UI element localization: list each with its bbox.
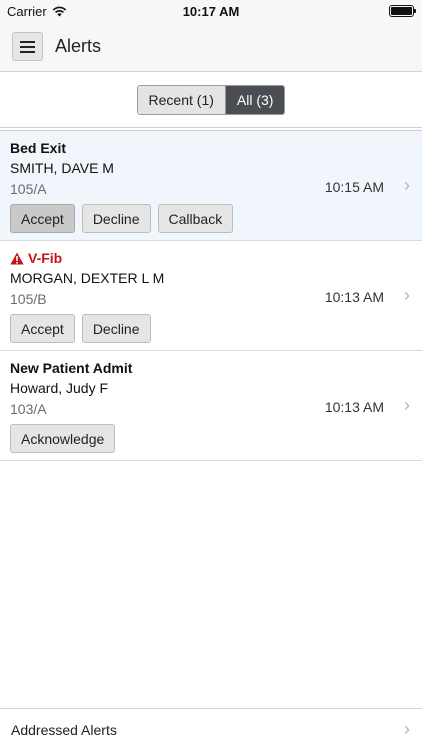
chevron-right-icon: ›	[404, 285, 410, 305]
alert-time: 10:15 AM	[324, 179, 384, 195]
chevron-right-icon: ›	[404, 395, 410, 415]
wifi-icon	[52, 6, 66, 16]
segment-recent[interactable]: Recent (1)	[137, 85, 225, 114]
patient-name: MORGAN, DEXTER L M	[10, 270, 165, 286]
battery-icon	[389, 5, 416, 17]
chevron-right-icon: ›	[404, 719, 410, 739]
navbar: Alerts	[0, 22, 422, 72]
decline-button[interactable]: Decline	[81, 314, 151, 343]
page-title: Alerts	[55, 36, 102, 56]
menu-button[interactable]	[12, 32, 43, 61]
alert-time: 10:13 AM	[324, 289, 384, 305]
alert-actions: Acknowledge	[10, 424, 412, 453]
filter-segmented-control: Recent (1) All (3)	[136, 84, 286, 115]
alert-item-bed-exit[interactable]: Bed Exit SMITH, DAVE M 105/A 10:15 AM › …	[0, 131, 422, 241]
alert-list: Bed Exit SMITH, DAVE M 105/A 10:15 AM › …	[0, 130, 422, 461]
accept-button[interactable]: Accept	[10, 204, 75, 233]
addressed-alerts-label: Addressed Alerts	[11, 721, 117, 738]
accept-button[interactable]: Accept	[10, 314, 75, 343]
segment-all[interactable]: All (3)	[224, 85, 285, 114]
carrier-label: Carrier	[7, 3, 47, 19]
alert-item-v-fib[interactable]: V-Fib MORGAN, DEXTER L M 105/B 10:13 AM …	[0, 241, 422, 351]
hamburger-icon-bar	[20, 50, 35, 53]
alert-title: Bed Exit	[10, 140, 67, 156]
chevron-right-icon: ›	[404, 175, 410, 195]
addressed-alerts-row[interactable]: Addressed Alerts ›	[0, 708, 422, 750]
hamburger-icon	[20, 40, 35, 43]
alert-item-new-patient-admit[interactable]: New Patient Admit Howard, Judy F 103/A 1…	[0, 351, 422, 461]
hamburger-icon-bar	[20, 45, 35, 48]
alert-actions: Accept Decline	[10, 314, 412, 343]
patient-name: Howard, Judy F	[10, 380, 109, 396]
alert-actions: Accept Decline Callback	[10, 204, 412, 233]
callback-button[interactable]: Callback	[157, 204, 234, 233]
acknowledge-button[interactable]: Acknowledge	[10, 424, 116, 453]
alert-title: New Patient Admit	[10, 360, 133, 376]
decline-button[interactable]: Decline	[81, 204, 151, 233]
status-bar: Carrier 10:17 AM	[0, 0, 422, 22]
patient-name: SMITH, DAVE M	[10, 160, 114, 176]
warning-triangle-icon	[10, 252, 24, 264]
alert-title-critical: V-Fib	[10, 249, 412, 267]
status-left: Carrier	[7, 4, 67, 19]
filter-segment-container: Recent (1) All (3)	[0, 72, 422, 128]
alert-time: 10:13 AM	[324, 399, 384, 415]
alert-title-text: V-Fib	[28, 250, 63, 266]
